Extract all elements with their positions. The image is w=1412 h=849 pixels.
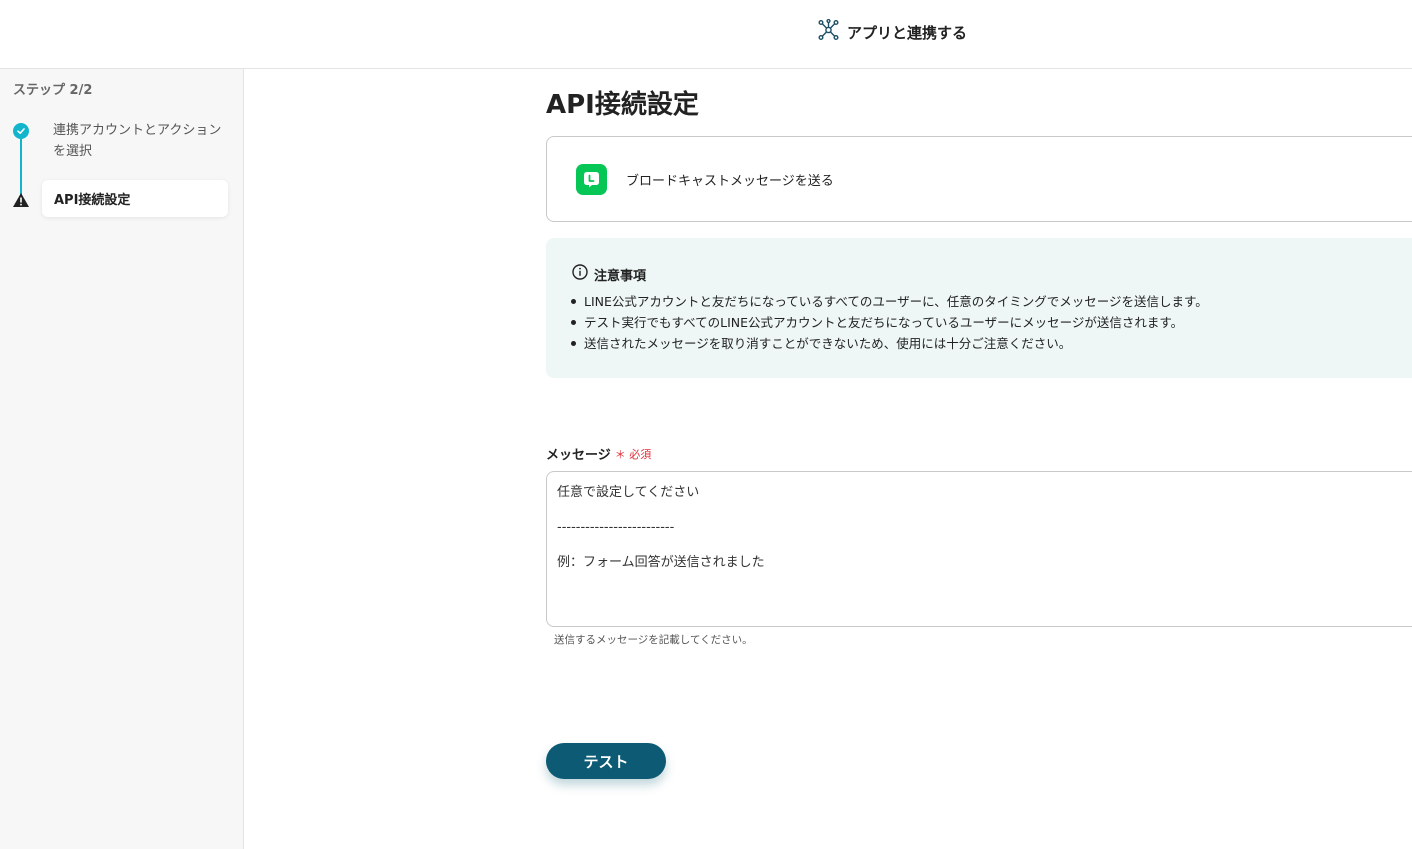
message-label-row: メッセージ ＊ 必須 xyxy=(546,444,652,464)
step-counter: ステップ 2/2 xyxy=(13,83,93,98)
check-circle-icon xyxy=(13,123,29,139)
step-connector-line xyxy=(20,139,22,195)
message-line: 例：フォーム回答が送信されました xyxy=(557,555,765,570)
action-card: ブロードキャストメッセージを送る xyxy=(546,136,1412,222)
sidebar-step-api-settings[interactable]: API接続設定 xyxy=(42,180,228,217)
sidebar-step-select-account[interactable]: 連携アカウントとアクションを選択 xyxy=(53,120,223,162)
notice-item: 送信されたメッセージを取り消すことができないため、使用には十分ご注意ください。 xyxy=(571,333,1208,354)
line-app-icon xyxy=(576,164,607,195)
message-label: メッセージ xyxy=(546,448,611,463)
info-icon xyxy=(572,264,588,284)
network-icon xyxy=(818,18,839,45)
top-bar: アプリと連携する xyxy=(0,0,1412,69)
notice-item: テスト実行でもすべてのLINE公式アカウントと友だちになっているユーザーにメッセ… xyxy=(571,312,1208,333)
header-title: アプリと連携する xyxy=(847,23,968,42)
required-marker: ＊ 必須 xyxy=(614,447,652,461)
notice-item: LINE公式アカウントと友だちになっているすべてのユーザーに、任意のタイミングで… xyxy=(571,291,1208,312)
notice-header: 注意事項 xyxy=(572,264,646,284)
message-line: ------------------------- xyxy=(557,520,675,535)
notice-box: 注意事項 LINE公式アカウントと友だちになっているすべてのユーザーに、任意のタ… xyxy=(546,238,1412,378)
step-sidebar: ステップ 2/2 連携アカウントとアクションを選択 API接続設定 xyxy=(0,69,244,849)
page-title: API接続設定 xyxy=(546,90,699,120)
message-line: 任意で設定してください xyxy=(557,485,700,500)
message-hint: 送信するメッセージを記載してください。 xyxy=(554,634,753,646)
header-title-group: アプリと連携する xyxy=(818,18,968,45)
sidebar-step-label: API接続設定 xyxy=(54,193,131,208)
test-button[interactable]: テスト xyxy=(546,743,666,779)
notice-title: 注意事項 xyxy=(594,268,647,284)
action-label: ブロードキャストメッセージを送る xyxy=(626,174,834,189)
warning-triangle-icon xyxy=(12,192,30,208)
notice-list: LINE公式アカウントと友だちになっているすべてのユーザーに、任意のタイミングで… xyxy=(571,291,1208,354)
message-textarea[interactable]: 任意で設定してください ------------------------- 例：… xyxy=(546,471,1412,627)
